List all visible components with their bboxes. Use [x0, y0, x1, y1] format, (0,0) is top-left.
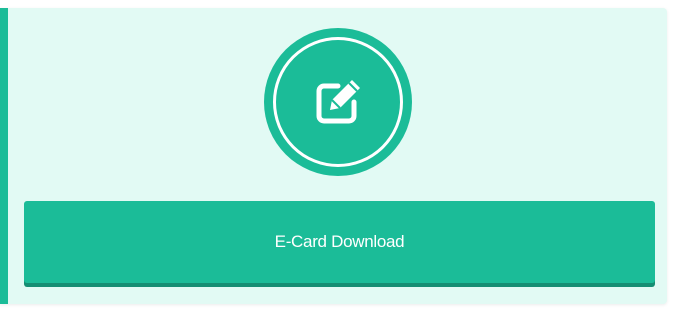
- edit-icon-badge: [264, 28, 412, 176]
- page: E-Card Download: [0, 0, 679, 332]
- ecard-download-button[interactable]: E-Card Download: [24, 201, 655, 283]
- ecard-download-card: E-Card Download: [0, 8, 667, 304]
- edit-icon-ring: [273, 37, 403, 167]
- edit-icon: [316, 80, 360, 124]
